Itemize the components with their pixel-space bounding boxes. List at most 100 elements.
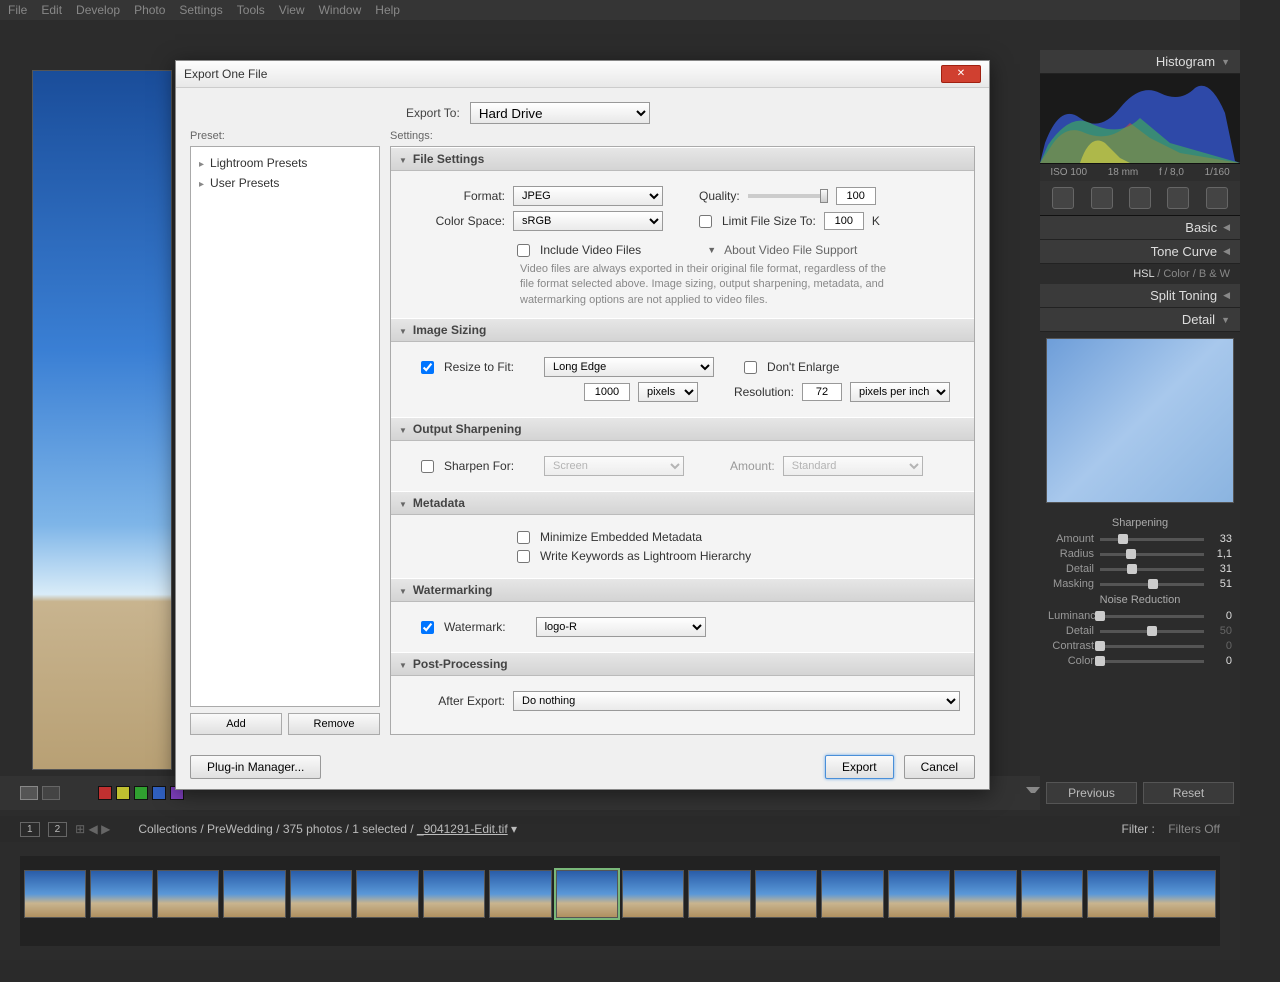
menu-edit[interactable]: Edit: [41, 3, 62, 17]
thumbnail[interactable]: [954, 870, 1016, 918]
watermark-checkbox[interactable]: [421, 621, 434, 634]
noise-color-row[interactable]: Color0: [1048, 655, 1232, 667]
tone-curve-header[interactable]: Tone Curve◀: [1040, 240, 1240, 264]
view-2-button[interactable]: 2: [48, 822, 68, 837]
preset-user[interactable]: User Presets: [195, 173, 375, 193]
dialog-titlebar[interactable]: Export One File ✕: [176, 61, 989, 88]
thumbnail[interactable]: [489, 870, 551, 918]
resize-mode-select[interactable]: Long Edge: [544, 357, 714, 377]
thumbnail[interactable]: [290, 870, 352, 918]
remove-preset-button[interactable]: Remove: [288, 713, 380, 735]
export-button[interactable]: Export: [825, 755, 894, 779]
filmstrip[interactable]: [20, 856, 1220, 946]
colorspace-select[interactable]: sRGB: [513, 211, 663, 231]
noise-contrast-row[interactable]: Contrast0: [1048, 640, 1232, 652]
include-video-checkbox[interactable]: [517, 244, 530, 257]
limit-filesize-checkbox[interactable]: [699, 215, 712, 228]
redeye-tool-icon[interactable]: [1129, 187, 1151, 209]
post-processing-header[interactable]: Post-Processing: [391, 652, 974, 676]
thumbnail[interactable]: [688, 870, 750, 918]
thumbnail[interactable]: [223, 870, 285, 918]
menu-tools[interactable]: Tools: [237, 3, 265, 17]
cancel-button[interactable]: Cancel: [904, 755, 975, 779]
watermarking-header[interactable]: Watermarking: [391, 578, 974, 602]
thumbnail[interactable]: [755, 870, 817, 918]
settings-scroll-area[interactable]: File Settings Format: JPEG Quality: Colo…: [390, 146, 975, 735]
export-to-select[interactable]: Hard Drive: [470, 102, 650, 124]
write-keywords-checkbox[interactable]: [517, 550, 530, 563]
noise-luminance-row[interactable]: Luminance0: [1048, 610, 1232, 622]
color-label-yellow[interactable]: [116, 786, 130, 800]
sharpening-detail-row[interactable]: Detail31: [1048, 563, 1232, 575]
filter-dropdown[interactable]: Filters Off: [1168, 822, 1220, 836]
noise-detail-row[interactable]: Detail50: [1048, 625, 1232, 637]
basic-panel-header[interactable]: Basic◀: [1040, 216, 1240, 240]
tab-bw[interactable]: B & W: [1199, 268, 1230, 280]
dont-enlarge-checkbox[interactable]: [744, 361, 757, 374]
thumbnail[interactable]: [622, 870, 684, 918]
thumbnail[interactable]: [1153, 870, 1215, 918]
sharpen-checkbox[interactable]: [421, 460, 434, 473]
view-1-button[interactable]: 1: [20, 822, 40, 837]
spot-tool-icon[interactable]: [1091, 187, 1113, 209]
tab-color[interactable]: Color: [1163, 268, 1189, 280]
quality-slider[interactable]: [748, 194, 828, 198]
menu-help[interactable]: Help: [375, 3, 400, 17]
reset-button[interactable]: Reset: [1143, 782, 1234, 804]
menu-window[interactable]: Window: [319, 3, 362, 17]
gradient-tool-icon[interactable]: [1167, 187, 1189, 209]
thumbnail[interactable]: [1021, 870, 1083, 918]
watermark-select[interactable]: logo-R: [536, 617, 706, 637]
brush-tool-icon[interactable]: [1206, 187, 1228, 209]
sharpening-masking-row[interactable]: Masking51: [1048, 578, 1232, 590]
thumbnail[interactable]: [821, 870, 883, 918]
resolution-unit-select[interactable]: pixels per inch: [850, 382, 950, 402]
metadata-header[interactable]: Metadata: [391, 491, 974, 515]
thumbnail[interactable]: [356, 870, 418, 918]
limit-filesize-input[interactable]: [824, 212, 864, 230]
menu-settings[interactable]: Settings: [179, 3, 222, 17]
thumbnail[interactable]: [157, 870, 219, 918]
color-label-red[interactable]: [98, 786, 112, 800]
format-select[interactable]: JPEG: [513, 186, 663, 206]
file-settings-header[interactable]: File Settings: [391, 147, 974, 171]
tab-hsl[interactable]: HSL: [1133, 268, 1154, 280]
thumbnail[interactable]: [423, 870, 485, 918]
compare-view-icon[interactable]: [42, 786, 60, 800]
menu-develop[interactable]: Develop: [76, 3, 120, 17]
dropdown-icon[interactable]: [1026, 787, 1040, 801]
hsl-tabs[interactable]: HSL / Color / B & W: [1040, 264, 1240, 284]
resize-checkbox[interactable]: [421, 361, 434, 374]
size-unit-select[interactable]: pixels: [638, 382, 698, 402]
previous-button[interactable]: Previous: [1046, 782, 1137, 804]
loupe-view-icon[interactable]: [20, 786, 38, 800]
output-sharpening-header[interactable]: Output Sharpening: [391, 417, 974, 441]
menu-file[interactable]: File: [8, 3, 27, 17]
histogram-header[interactable]: Histogram▼: [1040, 50, 1240, 74]
after-export-select[interactable]: Do nothing: [513, 691, 960, 711]
split-toning-header[interactable]: Split Toning◀: [1040, 284, 1240, 308]
minimize-metadata-checkbox[interactable]: [517, 531, 530, 544]
preset-list[interactable]: Lightroom Presets User Presets: [190, 146, 380, 707]
crop-tool-icon[interactable]: [1052, 187, 1074, 209]
menu-view[interactable]: View: [279, 3, 305, 17]
thumbnail[interactable]: [90, 870, 152, 918]
color-label-blue[interactable]: [152, 786, 166, 800]
close-button[interactable]: ✕: [941, 65, 981, 83]
menubar[interactable]: File Edit Develop Photo Settings Tools V…: [0, 0, 1240, 20]
detail-header[interactable]: Detail▼: [1040, 308, 1240, 332]
resolution-input[interactable]: [802, 383, 842, 401]
about-video-link[interactable]: About Video File Support: [724, 243, 857, 257]
preset-lightroom[interactable]: Lightroom Presets: [195, 153, 375, 173]
size-input[interactable]: [584, 383, 630, 401]
menu-photo[interactable]: Photo: [134, 3, 165, 17]
sharpening-amount-row[interactable]: Amount33: [1048, 533, 1232, 545]
thumbnail[interactable]: [1087, 870, 1149, 918]
quality-input[interactable]: [836, 187, 876, 205]
color-label-green[interactable]: [134, 786, 148, 800]
thumbnail-selected[interactable]: [556, 870, 618, 918]
plugin-manager-button[interactable]: Plug-in Manager...: [190, 755, 321, 779]
sharpening-radius-row[interactable]: Radius1,1: [1048, 548, 1232, 560]
thumbnail[interactable]: [888, 870, 950, 918]
add-preset-button[interactable]: Add: [190, 713, 282, 735]
